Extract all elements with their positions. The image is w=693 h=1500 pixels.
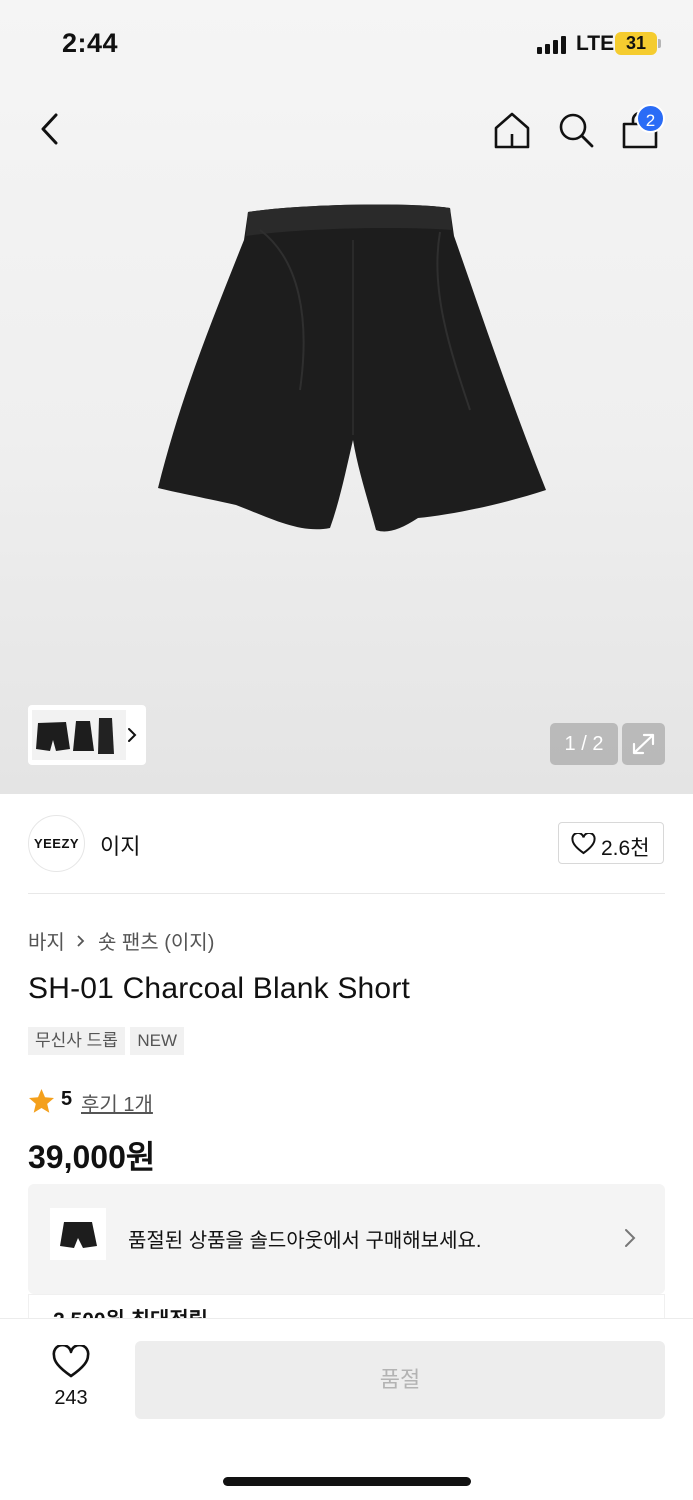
soldout-button[interactable]: 품절 xyxy=(135,1341,665,1419)
thumbnail-strip[interactable] xyxy=(28,705,146,765)
chevron-right-icon xyxy=(70,929,92,951)
product-image-shorts[interactable] xyxy=(150,200,556,545)
home-indicator xyxy=(223,1477,471,1486)
brand-like-count: 2.6천 xyxy=(601,837,650,860)
points-text: 2,500원 최대적립 xyxy=(53,1304,208,1318)
breadcrumb: 바지 숏 팬츠 (이지) xyxy=(28,926,214,955)
soldout-banner-text: 품절된 상품을 솔드아웃에서 구매해보세요. xyxy=(128,1230,482,1252)
thumbnail-images xyxy=(32,710,137,760)
star-icon xyxy=(29,1089,54,1113)
product-title: SH-01 Charcoal Blank Short xyxy=(28,972,411,1005)
review-link[interactable]: 후기 1개 xyxy=(81,1088,153,1117)
breadcrumb-category[interactable]: 바지 xyxy=(28,932,65,954)
signal-icon xyxy=(537,36,569,54)
points-banner[interactable]: 2,500원 최대적립 xyxy=(28,1294,665,1318)
search-icon[interactable] xyxy=(556,110,596,150)
back-icon[interactable] xyxy=(36,112,66,146)
tag-new: NEW xyxy=(130,1027,185,1055)
cart-badge: 2 xyxy=(636,104,665,133)
product-price: 39,000원 xyxy=(28,1139,156,1175)
brand-logo[interactable]: YEEZY xyxy=(28,815,85,872)
breadcrumb-subcategory[interactable]: 숏 팬츠 (이지) xyxy=(98,932,214,954)
product-tags: 무신사 드롭 NEW xyxy=(28,1027,185,1055)
status-bar: 2:44 LTE 31 xyxy=(0,0,693,90)
battery-tip xyxy=(658,39,661,48)
status-time: 2:44 xyxy=(62,28,119,58)
chevron-right-icon xyxy=(625,1229,636,1247)
brand-like-button[interactable]: 2.6천 xyxy=(558,822,664,864)
bottom-action-bar: 243 품절 xyxy=(0,1318,693,1500)
wish-count: 243 xyxy=(54,1387,88,1409)
network-label: LTE xyxy=(576,32,615,55)
brand-name[interactable]: 이지 xyxy=(100,829,140,861)
home-icon[interactable] xyxy=(492,110,532,150)
soldout-banner[interactable]: 품절된 상품을 솔드아웃에서 구매해보세요. xyxy=(28,1184,665,1294)
tag-musinsa-drop: 무신사 드롭 xyxy=(28,1027,125,1055)
product-hero: 2:44 LTE 31 2 1 / 2 xyxy=(0,0,693,794)
rating-score: 5 xyxy=(61,1088,73,1110)
battery-icon: 31 xyxy=(615,32,657,55)
expand-button[interactable] xyxy=(622,723,665,765)
image-pager: 1 / 2 xyxy=(550,723,618,765)
banner-thumbnail xyxy=(50,1208,106,1260)
divider xyxy=(28,893,665,894)
heart-icon xyxy=(52,1345,90,1378)
wish-button[interactable]: 243 xyxy=(40,1345,102,1415)
expand-icon xyxy=(632,733,655,755)
heart-icon xyxy=(571,833,596,855)
